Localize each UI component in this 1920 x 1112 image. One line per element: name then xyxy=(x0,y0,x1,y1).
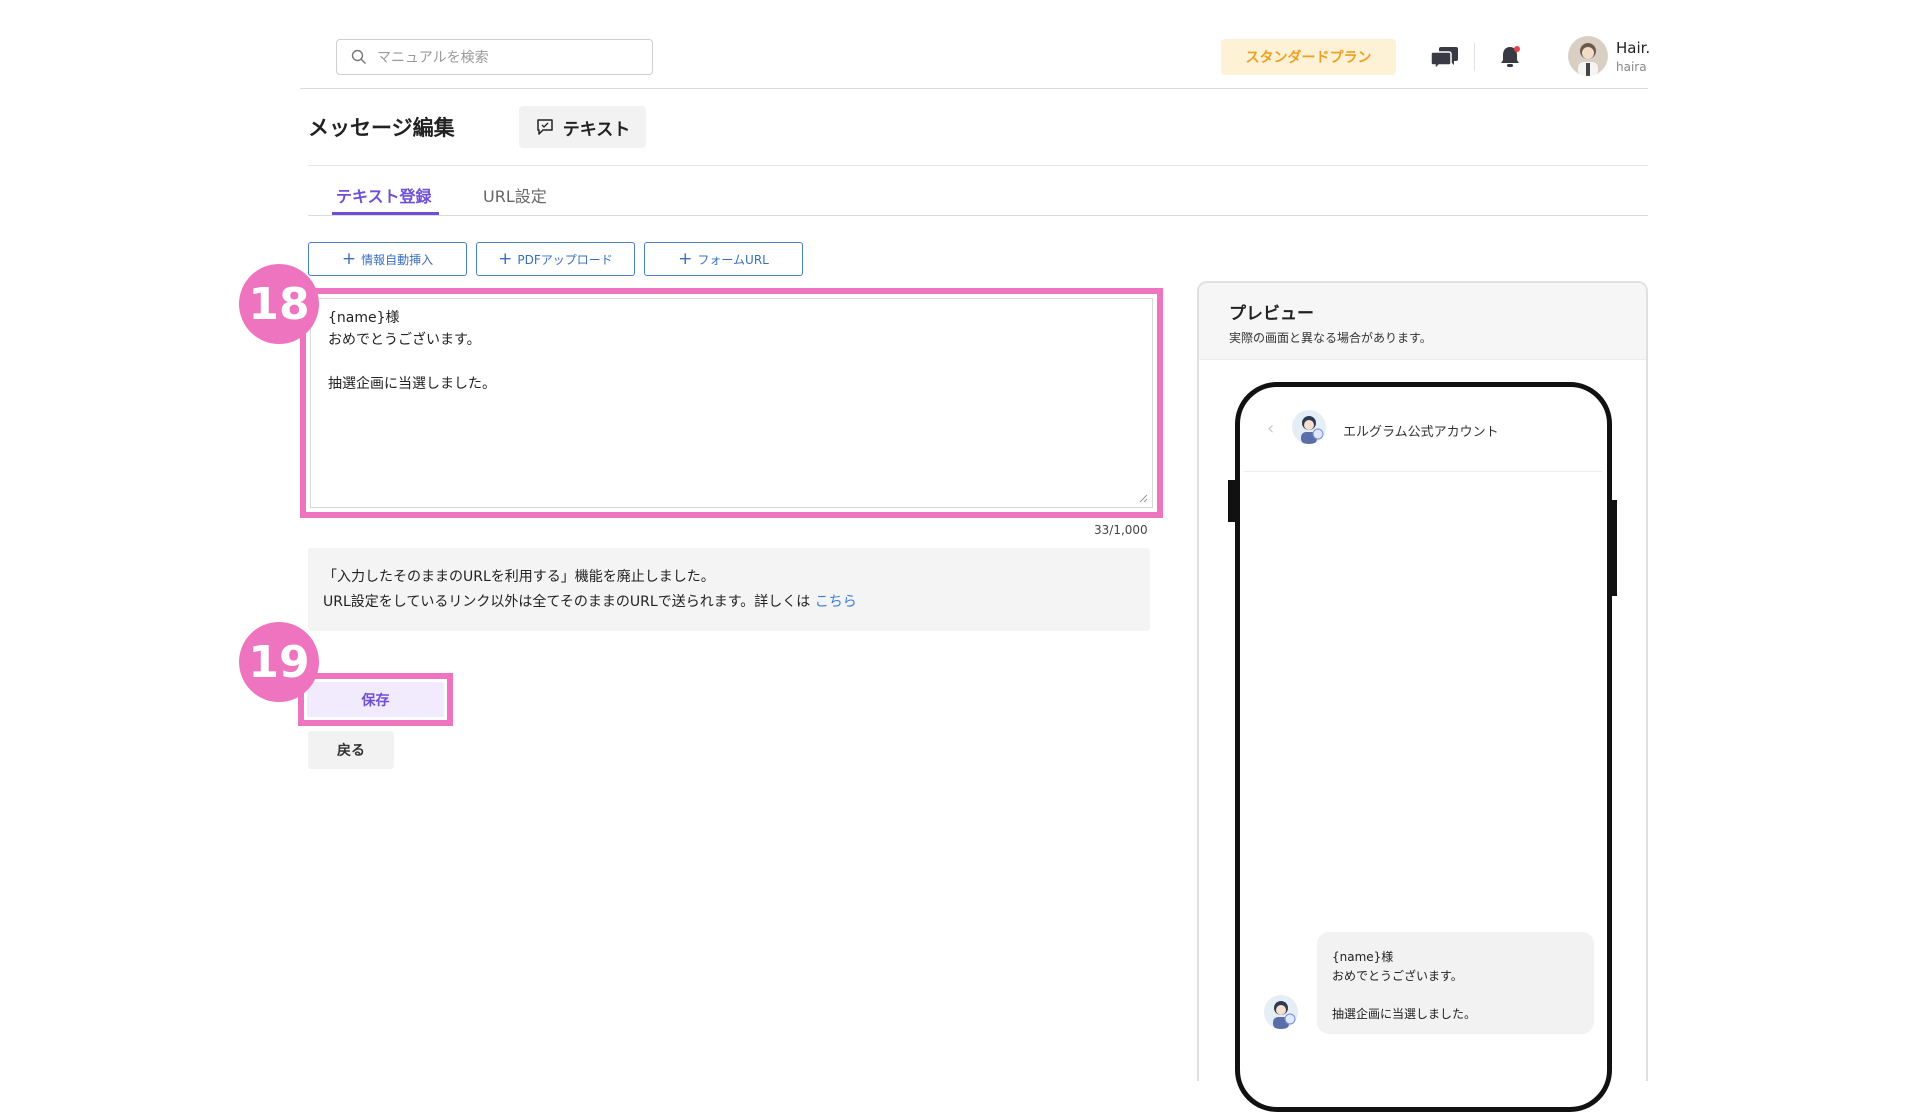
phone-header-divider xyxy=(1244,471,1602,472)
form-url-label: フォームURL xyxy=(697,252,769,267)
user-id: haira xyxy=(1616,60,1647,74)
back-button[interactable]: 戻る xyxy=(308,731,394,769)
sender-avatar xyxy=(1264,995,1298,1029)
message-type-label: テキスト xyxy=(562,119,631,140)
pdf-upload-label: PDFアップロード xyxy=(517,252,613,267)
notice-line-1: 「入力したそのままのURLを利用する」機能を廃止しました。 xyxy=(323,569,715,585)
details-link[interactable]: こちら xyxy=(815,594,857,610)
bell-icon xyxy=(1501,46,1520,67)
insert-info-label: 情報自動挿入 xyxy=(361,252,434,267)
phone-side-button xyxy=(1608,500,1617,596)
user-name: Hair. xyxy=(1616,39,1651,57)
editor-line: 抽選企画に当選しました。 xyxy=(328,376,496,392)
chat-icon xyxy=(1430,47,1458,71)
user-avatar[interactable] xyxy=(1568,36,1608,76)
insert-info-button[interactable]: + 情報自動挿入 xyxy=(308,242,467,276)
chevron-left-icon[interactable]: ‹ xyxy=(1267,418,1274,439)
account-name: エルグラム公式アカウント xyxy=(1343,425,1499,440)
plus-icon: + xyxy=(341,248,357,269)
message-type-badge: テキスト xyxy=(519,106,646,148)
plan-badge[interactable]: スタンダードプラン xyxy=(1221,39,1396,75)
preview-subtitle: 実際の画面と異なる場合があります。 xyxy=(1229,331,1432,345)
character-counter: 33/1,000 xyxy=(1094,523,1148,537)
search-input[interactable]: マニュアルを検索 xyxy=(336,39,653,75)
account-avatar xyxy=(1292,410,1326,444)
header-divider xyxy=(1474,43,1475,71)
editor-line: {name}様 xyxy=(328,310,400,326)
resize-handle-icon[interactable] xyxy=(1139,494,1148,503)
notice-line-2: URL設定をしているリンク以外は全てそのままのURLで送られます。詳しくは こち… xyxy=(323,591,857,611)
preview-message-bubble: {name}様 おめでとうございます。 抽選企画に当選しました。 xyxy=(1317,932,1594,1034)
bubble-line: 抽選企画に当選しました。 xyxy=(1332,1007,1477,1021)
save-button[interactable]: 保存 xyxy=(307,682,444,717)
tab-url-settings[interactable]: URL設定 xyxy=(483,183,547,207)
title-divider-line xyxy=(308,165,1648,166)
message-textarea[interactable]: {name}様 おめでとうございます。 抽選企画に当選しました。 xyxy=(310,298,1153,508)
tab-text-registration[interactable]: テキスト登録 xyxy=(336,183,432,207)
pdf-upload-button[interactable]: + PDFアップロード xyxy=(476,242,635,276)
notification-button[interactable] xyxy=(1493,40,1527,74)
form-url-button[interactable]: + フォームURL xyxy=(644,242,803,276)
editor-line: おめでとうございます。 xyxy=(328,332,481,348)
search-placeholder: マニュアルを検索 xyxy=(377,50,489,66)
tabs-divider-line xyxy=(308,215,1648,216)
plus-icon: + xyxy=(678,248,693,269)
save-highlight: 保存 xyxy=(298,673,453,726)
plus-icon: + xyxy=(498,248,513,269)
chat-button[interactable] xyxy=(1428,40,1462,74)
notice-line-2-text: URL設定をしているリンク以外は全てそのままのURLで送られます。詳しくは xyxy=(323,594,811,610)
page-title: メッセージ編集 xyxy=(308,116,455,140)
preview-header: プレビュー 実際の画面と異なる場合があります。 xyxy=(1199,283,1646,360)
preview-title: プレビュー xyxy=(1229,304,1314,324)
step-badge-18: 18 xyxy=(239,264,319,344)
step-badge-19: 19 xyxy=(239,622,319,702)
search-icon xyxy=(351,49,366,64)
bubble-line: おめでとうございます。 xyxy=(1332,969,1463,983)
bubble-line: {name}様 xyxy=(1332,950,1394,964)
comment-icon xyxy=(537,119,553,135)
url-notice: 「入力したそのままのURLを利用する」機能を廃止しました。 URL設定をしている… xyxy=(308,548,1150,631)
phone-side-button xyxy=(1228,480,1237,522)
message-text-highlight: {name}様 おめでとうございます。 抽選企画に当選しました。 xyxy=(300,288,1163,518)
header-divider-line xyxy=(300,88,1648,89)
